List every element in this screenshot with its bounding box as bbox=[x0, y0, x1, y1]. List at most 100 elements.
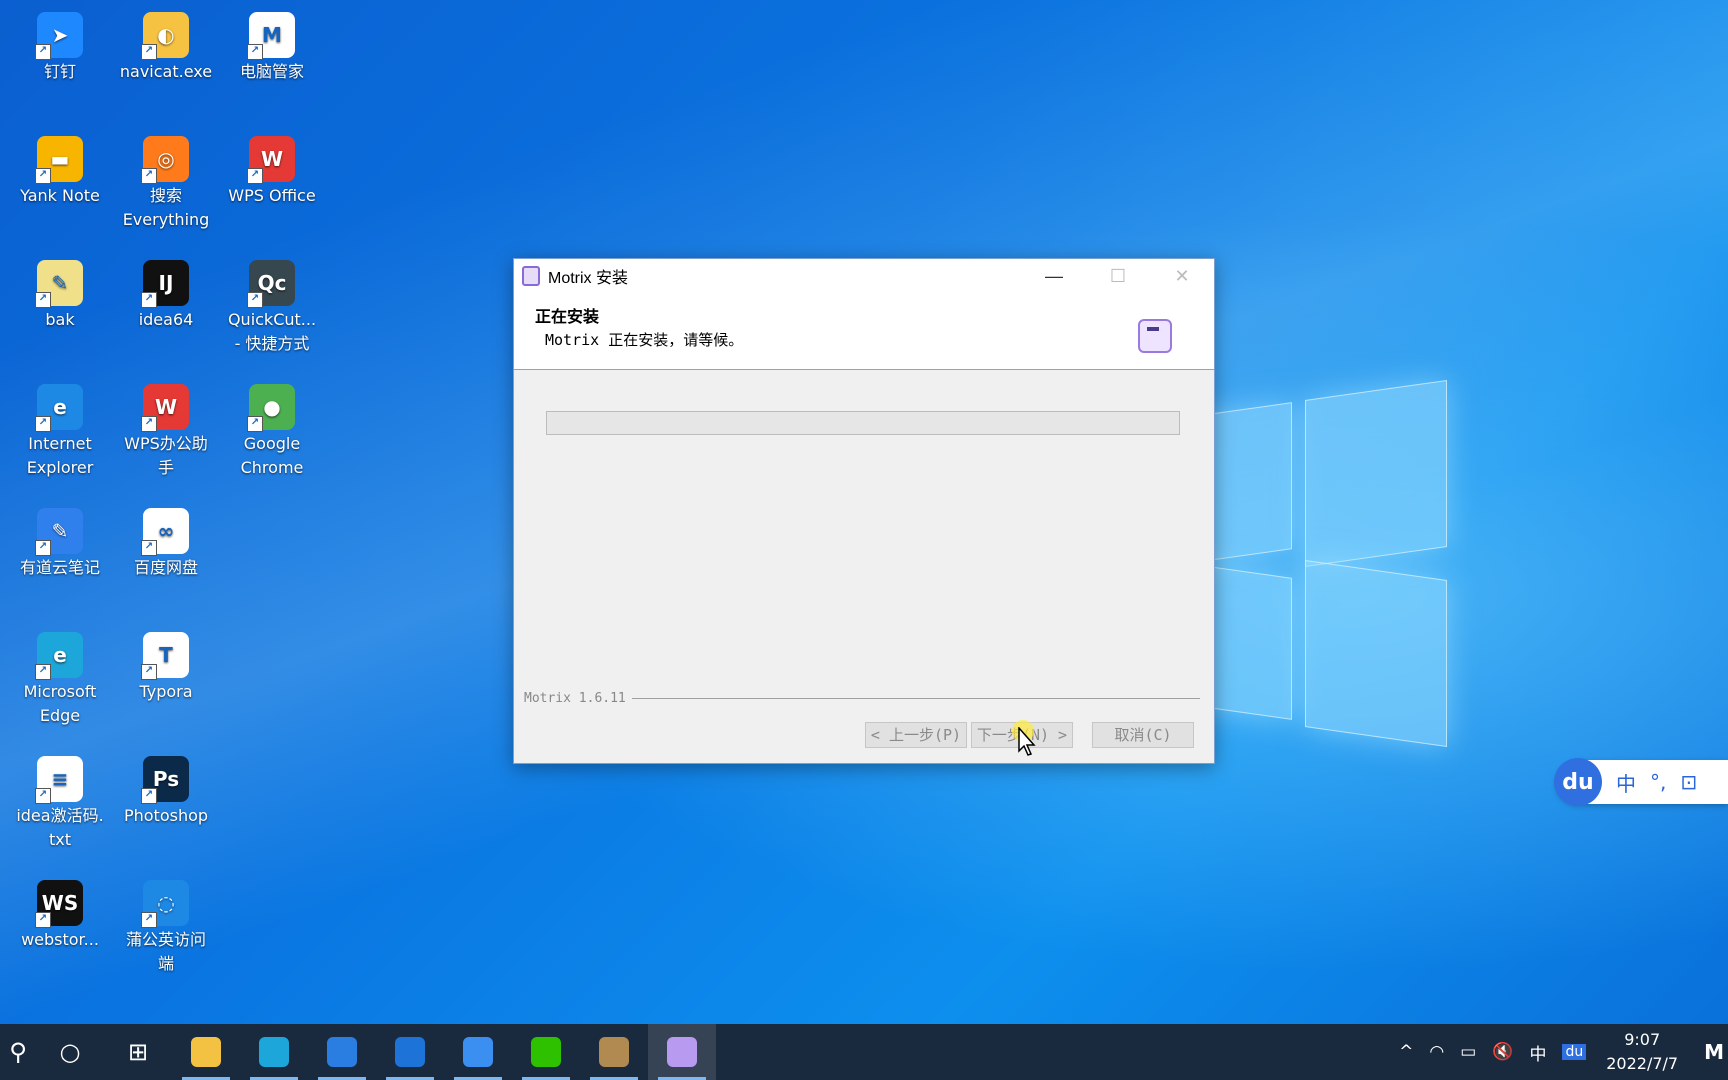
desktop-icon[interactable]: T ↗ Typora bbox=[114, 622, 218, 704]
shortcut-arrow-icon: ↗ bbox=[35, 44, 51, 60]
network-icon[interactable]: ◠ bbox=[1429, 1042, 1444, 1062]
shortcut-arrow-icon: ↗ bbox=[247, 44, 263, 60]
app-icon: ∞ ↗ bbox=[141, 508, 189, 556]
shortcut-arrow-icon: ↗ bbox=[141, 540, 157, 556]
taskbar-mail-icon[interactable] bbox=[376, 1024, 444, 1080]
desktop-icon-label: Yank Note bbox=[20, 186, 100, 205]
cortana-icon[interactable]: ○ bbox=[36, 1024, 104, 1080]
volume-muted-icon[interactable]: 🔇 bbox=[1492, 1042, 1513, 1062]
desktop-icon[interactable]: WS ↗ webstor... bbox=[8, 870, 112, 952]
wechat-icon bbox=[531, 1037, 561, 1067]
taskbar-apps bbox=[172, 1024, 716, 1080]
desktop-icon[interactable]: W ↗ WPS办公助 手 bbox=[114, 374, 218, 480]
ime-mode-toggle[interactable]: 中 bbox=[1616, 768, 1636, 797]
shortcut-arrow-icon: ↗ bbox=[35, 664, 51, 680]
edge-icon bbox=[259, 1037, 289, 1067]
ime-mode-indicator[interactable]: 中 bbox=[1529, 1040, 1546, 1065]
desktop-icon[interactable]: ∞ ↗ 百度网盘 bbox=[114, 498, 218, 580]
app-icon: ✎ ↗ bbox=[35, 508, 83, 556]
desktop-icon[interactable]: Ps ↗ Photoshop bbox=[114, 746, 218, 828]
desktop-icon-label: idea64 bbox=[138, 310, 194, 329]
desktop-icon-label: Google Chrome bbox=[240, 434, 304, 477]
shortcut-arrow-icon: ↗ bbox=[141, 416, 157, 432]
desktop-icon[interactable]: ◎ ↗ 搜索 Everything bbox=[114, 126, 218, 232]
ime-tools-icon[interactable]: ⊡ bbox=[1680, 770, 1697, 794]
windows-logo-wallpaper bbox=[1180, 380, 1450, 747]
shortcut-arrow-icon: ↗ bbox=[247, 168, 263, 184]
app-icon: W ↗ bbox=[247, 136, 295, 184]
desktop-icon-label: QuickCut... - 快捷方式 bbox=[227, 310, 317, 353]
desktop-icon[interactable]: W ↗ WPS Office bbox=[220, 126, 324, 208]
shortcut-arrow-icon: ↗ bbox=[141, 44, 157, 60]
taskbar-photo-app-icon[interactable] bbox=[580, 1024, 648, 1080]
photo-app-icon bbox=[599, 1037, 629, 1067]
desktop-icon-label: 有道云笔记 bbox=[19, 558, 100, 577]
desktop-icon-label: 电脑管家 bbox=[239, 62, 304, 81]
desktop-icon[interactable]: ✎ ↗ 有道云笔记 bbox=[8, 498, 112, 580]
clock-time: 9:07 bbox=[1624, 1030, 1661, 1049]
shortcut-arrow-icon: ↗ bbox=[247, 292, 263, 308]
motrix-header-icon bbox=[1138, 319, 1172, 353]
desktop-icon[interactable]: Qc ↗ QuickCut... - 快捷方式 bbox=[220, 250, 324, 356]
desktop-icon[interactable]: ▬ ↗ Yank Note bbox=[8, 126, 112, 208]
taskbar-wechat-icon[interactable] bbox=[512, 1024, 580, 1080]
desktop-icon-label: 钉钉 bbox=[43, 62, 76, 81]
minimize-button[interactable]: — bbox=[1022, 259, 1086, 293]
ime-toolbar[interactable]: du 中 °, ⊡ bbox=[1554, 758, 1728, 806]
desktop-icon[interactable]: e ↗ Microsoft Edge bbox=[8, 622, 112, 728]
shortcut-arrow-icon: ↗ bbox=[247, 416, 263, 432]
shortcut-arrow-icon: ↗ bbox=[141, 788, 157, 804]
desktop-icon[interactable]: e ↗ Internet Explorer bbox=[8, 374, 112, 480]
taskbar-edge-icon[interactable] bbox=[240, 1024, 308, 1080]
taskbar-store-icon[interactable] bbox=[308, 1024, 376, 1080]
desktop-icon[interactable]: ✎ ↗ bak bbox=[8, 250, 112, 332]
motrix-icon bbox=[667, 1037, 697, 1067]
clock[interactable]: 9:07 2022/7/7 bbox=[1606, 1028, 1678, 1076]
taskbar: ⚲ ○ ⊞ ^ ◠ ▭ 🔇 中 du 9:07 2022/7/7 M bbox=[0, 1024, 1728, 1080]
desktop-icon-label: Photoshop bbox=[123, 806, 209, 825]
taskbar-motrix-icon[interactable] bbox=[648, 1024, 716, 1080]
dialog-title: Motrix 安装 bbox=[548, 270, 629, 287]
maximize-button[interactable]: ☐ bbox=[1086, 259, 1150, 293]
shortcut-arrow-icon: ↗ bbox=[35, 416, 51, 432]
taskbar-youdao-note-icon[interactable] bbox=[444, 1024, 512, 1080]
task-view-icon[interactable]: ⊞ bbox=[104, 1024, 172, 1080]
desktop-icon-label: Internet Explorer bbox=[26, 434, 94, 477]
desktop-icon[interactable]: ◐ ↗ navicat.exe bbox=[114, 2, 218, 84]
search-icon[interactable]: ⚲ bbox=[0, 1024, 36, 1080]
desktop-icon-label: 蒲公英访问 端 bbox=[125, 930, 206, 973]
shortcut-arrow-icon: ↗ bbox=[35, 540, 51, 556]
branding-divider bbox=[631, 698, 1200, 699]
app-icon: ≡ ↗ bbox=[35, 756, 83, 804]
desktop-icon-label: navicat.exe bbox=[119, 62, 213, 81]
desktop-icon-label: WPS Office bbox=[228, 186, 316, 205]
close-button[interactable]: ✕ bbox=[1150, 259, 1214, 293]
mail-icon bbox=[395, 1037, 425, 1067]
desktop-icon[interactable]: ◌ ↗ 蒲公英访问 端 bbox=[114, 870, 218, 976]
taskbar-file-explorer-icon[interactable] bbox=[172, 1024, 240, 1080]
desktop-icon[interactable]: IJ ↗ idea64 bbox=[114, 250, 218, 332]
branding-row: Motrix 1.6.11 bbox=[524, 691, 1200, 706]
baidu-ime-tray-icon[interactable]: du bbox=[1562, 1044, 1587, 1060]
desktop-icon[interactable]: ➤ ↗ 钉钉 bbox=[8, 2, 112, 84]
pc-manager-tray-icon[interactable]: M bbox=[1704, 1040, 1724, 1064]
cancel-button[interactable]: 取消(C) bbox=[1092, 722, 1194, 748]
desktop-icon[interactable]: M ↗ 电脑管家 bbox=[220, 2, 324, 84]
back-button[interactable]: < 上一步(P) bbox=[865, 722, 967, 748]
app-icon: ◎ ↗ bbox=[141, 136, 189, 184]
branding-text: Motrix 1.6.11 bbox=[524, 691, 626, 706]
app-icon: IJ ↗ bbox=[141, 260, 189, 308]
app-icon: W ↗ bbox=[141, 384, 189, 432]
desktop-icon[interactable]: ≡ ↗ idea激活码. txt bbox=[8, 746, 112, 852]
battery-icon[interactable]: ▭ bbox=[1460, 1042, 1476, 1062]
tray-chevron-icon[interactable]: ^ bbox=[1399, 1042, 1413, 1062]
desktop-icon[interactable]: ● ↗ Google Chrome bbox=[220, 374, 324, 480]
shortcut-arrow-icon: ↗ bbox=[141, 168, 157, 184]
desktop-icon-label: 搜索 Everything bbox=[122, 186, 210, 229]
ime-punctuation-toggle[interactable]: °, bbox=[1650, 770, 1666, 794]
baidu-ime-logo-icon[interactable]: du bbox=[1554, 758, 1602, 806]
app-icon: ✎ ↗ bbox=[35, 260, 83, 308]
file-explorer-icon bbox=[191, 1037, 221, 1067]
dialog-titlebar[interactable]: Motrix 安装 — ☐ ✕ bbox=[514, 259, 1214, 293]
app-icon: ● ↗ bbox=[247, 384, 295, 432]
